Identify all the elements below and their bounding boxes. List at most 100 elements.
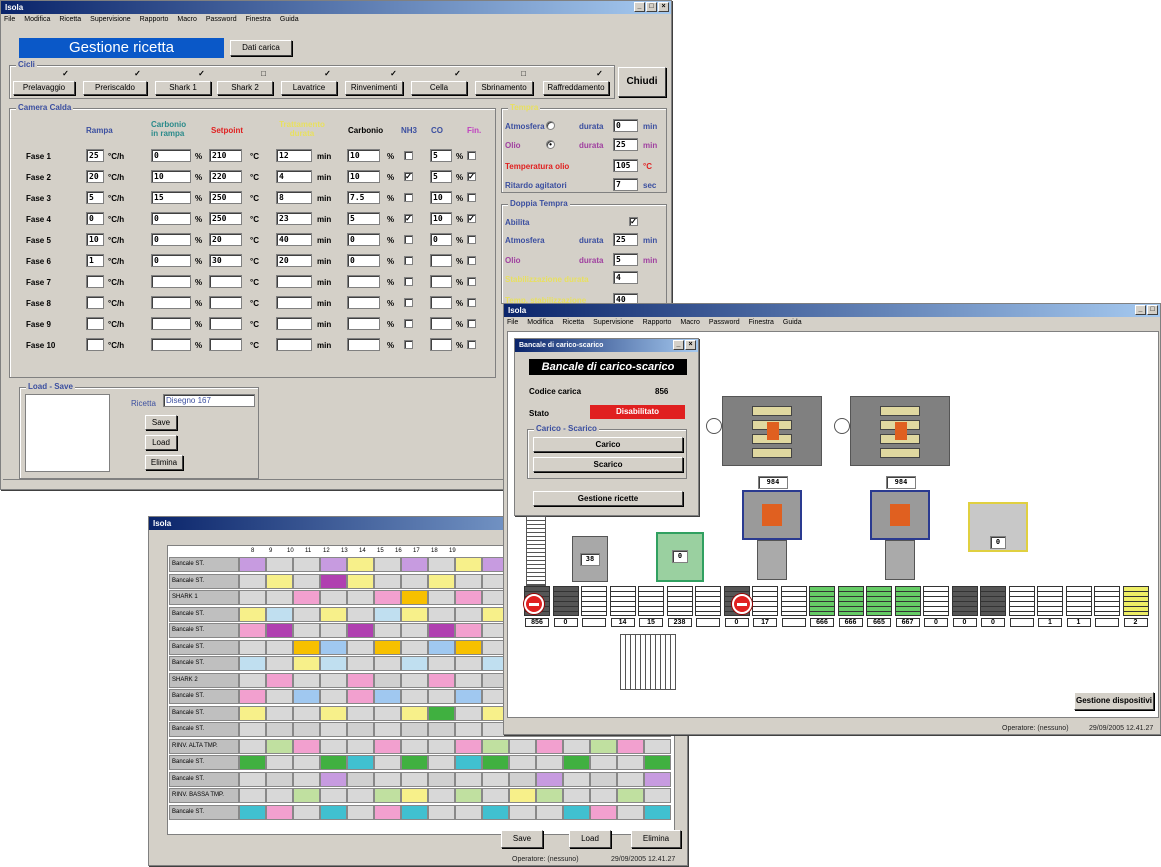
setpoint-input[interactable]: 220 bbox=[209, 170, 242, 183]
ciclo-button[interactable]: Sbrinamento bbox=[475, 81, 533, 95]
schedule-cell[interactable] bbox=[428, 771, 455, 787]
schedule-cell[interactable] bbox=[563, 788, 590, 803]
ciclo-button[interactable]: Shark 2 bbox=[217, 81, 273, 95]
schedule-cell[interactable] bbox=[617, 755, 644, 770]
co-input[interactable]: 0 bbox=[430, 233, 452, 246]
rampa-input[interactable]: 1 bbox=[86, 254, 104, 267]
schedule-cell[interactable] bbox=[293, 606, 320, 622]
conveyor-station[interactable] bbox=[581, 586, 607, 616]
schedule-cell[interactable] bbox=[239, 722, 266, 737]
schedule-cell[interactable] bbox=[401, 557, 428, 572]
ciclo-button[interactable]: Lavatrice bbox=[281, 81, 337, 95]
schedule-cell[interactable] bbox=[374, 755, 401, 770]
sched-elimina-button[interactable]: Elimina bbox=[631, 830, 681, 848]
conveyor-station[interactable] bbox=[552, 586, 579, 616]
cicli-checkbox[interactable]: ✓ bbox=[133, 70, 142, 79]
schedule-cell[interactable] bbox=[455, 705, 482, 721]
nh3-checkbox[interactable]: ✓ bbox=[404, 214, 413, 223]
schedule-cell[interactable] bbox=[590, 755, 617, 770]
carbonio-input[interactable]: 0 bbox=[347, 233, 380, 246]
doppia-atm-input[interactable]: 25 bbox=[613, 233, 638, 246]
schedule-cell[interactable] bbox=[617, 738, 644, 754]
schedule-cell[interactable] bbox=[293, 722, 320, 737]
co-input[interactable] bbox=[430, 296, 452, 309]
schedule-cell[interactable] bbox=[590, 771, 617, 787]
conveyor-station[interactable] bbox=[866, 586, 892, 616]
schedule-cell[interactable] bbox=[347, 590, 374, 605]
conveyor-station[interactable] bbox=[752, 586, 778, 616]
fin-checkbox[interactable] bbox=[467, 235, 476, 244]
schedule-cell[interactable] bbox=[374, 788, 401, 803]
schedule-cell[interactable] bbox=[617, 771, 644, 787]
trattamento-input[interactable] bbox=[276, 338, 312, 351]
schedule-cell[interactable] bbox=[644, 755, 671, 770]
conveyor-station[interactable] bbox=[1065, 586, 1092, 616]
fin-checkbox[interactable] bbox=[467, 193, 476, 202]
ciclo-button[interactable]: Rinvenimenti bbox=[345, 81, 403, 95]
cicli-checkbox[interactable]: ✓ bbox=[453, 70, 462, 79]
schedule-cell[interactable] bbox=[347, 656, 374, 671]
schedule-cell[interactable] bbox=[644, 738, 671, 754]
co-input[interactable]: 10 bbox=[430, 191, 452, 204]
schedule-cell[interactable] bbox=[320, 656, 347, 671]
maximize-button[interactable]: □ bbox=[646, 2, 657, 12]
schedule-cell[interactable] bbox=[455, 656, 482, 671]
schedule-cell[interactable] bbox=[401, 689, 428, 704]
schedule-cell[interactable] bbox=[293, 771, 320, 787]
schedule-cell[interactable] bbox=[536, 755, 563, 770]
gestione-ricette-button[interactable]: Gestione ricette bbox=[533, 491, 683, 506]
cicli-checkbox[interactable]: ✓ bbox=[61, 70, 70, 79]
rampa-input[interactable]: 20 bbox=[86, 170, 104, 183]
schedule-cell[interactable] bbox=[293, 755, 320, 770]
tempra-atm-radio[interactable] bbox=[546, 121, 555, 130]
nh3-checkbox[interactable]: ✓ bbox=[404, 172, 413, 181]
load-button[interactable]: Load bbox=[145, 435, 177, 450]
nh3-checkbox[interactable] bbox=[404, 277, 413, 286]
schedule-cell[interactable] bbox=[347, 738, 374, 754]
schedule-cell[interactable] bbox=[455, 606, 482, 622]
schedule-cell[interactable] bbox=[266, 788, 293, 803]
ciclo-button[interactable]: Prelavaggio bbox=[13, 81, 75, 95]
carbonio-rampa-input[interactable] bbox=[151, 296, 191, 309]
conveyor-station[interactable] bbox=[980, 586, 1006, 616]
schedule-cell[interactable] bbox=[347, 788, 374, 803]
conveyor-station[interactable] bbox=[780, 586, 807, 616]
carbonio-input[interactable]: 5 bbox=[347, 212, 380, 225]
schedule-cell[interactable] bbox=[266, 623, 293, 638]
schedule-cell[interactable] bbox=[374, 738, 401, 754]
schedule-cell[interactable] bbox=[266, 606, 293, 622]
cicli-checkbox[interactable]: ✓ bbox=[197, 70, 206, 79]
rampa-input[interactable]: 10 bbox=[86, 233, 104, 246]
schedule-cell[interactable] bbox=[401, 573, 428, 589]
ciclo-button[interactable]: Preriscaldo bbox=[83, 81, 147, 95]
schedule-cell[interactable] bbox=[428, 689, 455, 704]
sched-save-button[interactable]: Save bbox=[501, 830, 543, 848]
schedule-cell[interactable] bbox=[455, 573, 482, 589]
schedule-cell[interactable] bbox=[455, 788, 482, 803]
trattamento-input[interactable]: 40 bbox=[276, 233, 312, 246]
schedule-cell[interactable] bbox=[347, 705, 374, 721]
abilita-checkbox[interactable]: ✓ bbox=[629, 217, 638, 226]
schedule-cell[interactable] bbox=[266, 771, 293, 787]
conveyor-station[interactable] bbox=[609, 586, 636, 616]
schedule-cell[interactable] bbox=[428, 606, 455, 622]
menu-item[interactable]: Guida bbox=[783, 317, 802, 329]
menu-item[interactable]: Macro bbox=[177, 14, 196, 26]
schedule-cell[interactable] bbox=[347, 804, 374, 820]
schedule-cell[interactable] bbox=[509, 804, 536, 820]
setpoint-input[interactable]: 210 bbox=[209, 149, 242, 162]
ciclo-button[interactable]: Cella bbox=[411, 81, 467, 95]
menu-item[interactable]: Password bbox=[709, 317, 740, 329]
setpoint-input[interactable]: 250 bbox=[209, 212, 242, 225]
schedule-cell[interactable] bbox=[428, 623, 455, 638]
schedule-cell[interactable] bbox=[293, 573, 320, 589]
fin-checkbox[interactable] bbox=[467, 298, 476, 307]
schedule-cell[interactable] bbox=[536, 788, 563, 803]
schedule-cell[interactable] bbox=[401, 590, 428, 605]
tempra-atm-input[interactable]: 0 bbox=[613, 119, 638, 132]
co-input[interactable]: 5 bbox=[430, 149, 452, 162]
schedule-cell[interactable] bbox=[320, 738, 347, 754]
schedule-cell[interactable] bbox=[239, 573, 266, 589]
nh3-checkbox[interactable] bbox=[404, 193, 413, 202]
carbonio-input[interactable] bbox=[347, 338, 380, 351]
